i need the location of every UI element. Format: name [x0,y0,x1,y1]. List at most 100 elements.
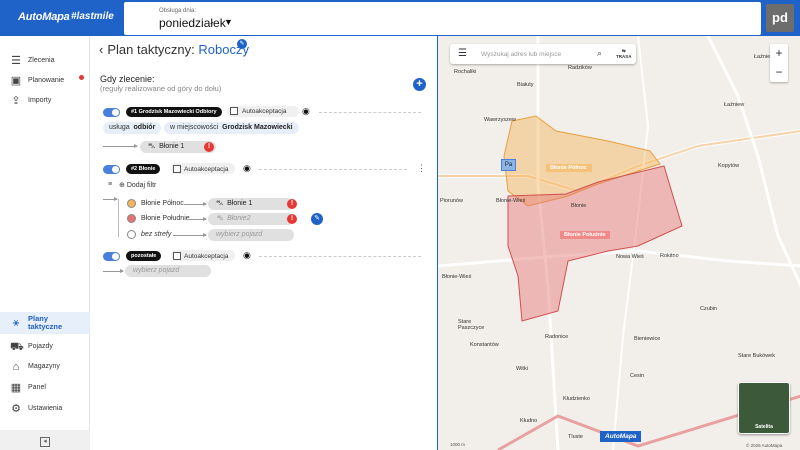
edit-title-icon[interactable]: ✎ [237,39,247,49]
divider [259,256,421,257]
map-place: Błonie [571,203,587,209]
import-icon: ⇪ [11,95,21,107]
map-place: Czubin [700,306,718,312]
map-place: Kłudzienko [563,396,590,402]
rule-1-tag[interactable]: #1 Grodzisk Mazowiecki Odbiory [126,107,222,117]
sidebar-item-pojazdy[interactable]: ⛟ Pojazdy [0,338,90,358]
car-icon: ⛍ [216,215,224,222]
map-place: Witki [516,366,528,372]
filter-icon[interactable]: ≡ [108,181,112,188]
error-icon: ! [204,142,214,152]
map-place: Wawrzyszew [484,117,516,123]
truck-icon: ⛟ [10,341,24,353]
zone-north-map-label: Błonie Północ [550,165,587,171]
zone-north-dot [127,199,136,208]
sidebar: ☰ Zlecenia ▣ Planowanie ⇪ Importy ⚹ Plan… [0,36,90,450]
sidebar-item-ustawienia[interactable]: ⚙ Ustawienia [0,400,90,420]
add-filter-button[interactable]: ⊕ Dodaj filtr [119,181,156,189]
route-button[interactable]: ⇆ TRASA [616,48,632,60]
map-place: Piorunów [440,198,463,204]
error-icon: ! [287,199,297,209]
sidebar-item-importy[interactable]: ⇪ Importy [0,92,90,112]
collapse-icon: ◂ [40,437,50,447]
rule-title: Gdy zlecenie: [100,74,155,84]
map-place: Radonice [545,334,569,340]
rule-1-auto-checkbox[interactable] [230,107,238,115]
vehicle-select[interactable]: ⛍ Błonie 1 [208,198,294,210]
vehicle-select[interactable]: wybierz pojazd [208,229,294,241]
edit-zones-button[interactable]: ✎ [311,213,323,225]
vehicle-select[interactable]: ⛍ Błonie2 [208,213,294,225]
condition-chip[interactable]: usługa odbiór [103,122,162,134]
more-icon[interactable]: ⋮ [417,163,426,174]
rule-2-auto-label: Autoakceptacja [184,166,229,173]
map-place: Rokitno [660,253,679,259]
map-place: Stare Paszczyce [458,319,485,331]
rule-2-tag[interactable]: #2 Błonie [126,164,161,174]
zone-south-dot [127,214,136,223]
map-search[interactable]: ☰ Wyszukaj adres lub miejsce ⌕ ⇆ TRASA [450,44,636,64]
eye-icon[interactable]: ◉ [243,163,251,174]
divider [319,112,421,113]
collapse-sidebar-button[interactable]: ◂ [0,430,90,450]
map-place: Stare Bukówek [738,353,775,359]
satellite-toggle[interactable]: Satelita [738,382,790,434]
zoom-in-button[interactable]: + [770,44,788,63]
sidebar-item-magazyny[interactable]: ⌂ Magazyny [0,358,90,378]
avatar[interactable]: pd [766,4,794,32]
search-icon[interactable]: ⌕ [597,48,602,59]
brand-logo: AutoMapa [18,11,70,23]
rule-3-auto-checkbox[interactable] [173,252,181,260]
rule-3-tag[interactable]: pozostałe [126,251,162,261]
arrow [103,269,124,273]
error-icon: ! [287,214,297,224]
parking-marker[interactable]: Pa [501,159,516,171]
sidebar-item-plany-taktyczne[interactable]: ⚹ Plany taktyczne [0,312,90,334]
sidebar-item-panel[interactable]: ▦ Panel [0,379,90,399]
map-place: Nowa Wieś [616,254,644,260]
car-icon: ⛍ [216,200,224,207]
map-place: Cesin [630,373,645,379]
grid-icon: ▦ [10,382,22,394]
rule-2-auto-checkbox[interactable] [173,165,181,173]
automapa-badge: AutoMapa [600,431,642,442]
map-copyright: © 2026 AutoMapa [746,443,783,448]
rule-1-toggle[interactable] [103,108,120,117]
zone-bracket [118,199,119,237]
gear-icon: ⚙ [11,403,21,415]
zoom-out-button[interactable]: − [770,63,788,82]
arrow [173,233,207,237]
map[interactable]: Błonie Północ Błonie Południe Radzików Ł… [437,36,800,450]
eye-icon[interactable]: ◉ [302,106,310,117]
add-rule-button[interactable]: + [413,78,426,91]
rule-3-auto-label: Autoakceptacja [184,253,229,260]
menu-icon[interactable]: ☰ [458,48,467,59]
search-input[interactable]: Wyszukaj adres lub miejsce [481,51,561,58]
arrow [103,144,138,148]
eye-icon[interactable]: ◉ [243,250,251,261]
rule-2-toggle[interactable] [103,165,120,174]
map-scale: 1000 m [450,442,466,447]
satellite-label: Satelita [755,424,773,430]
calendar-icon: ▣ [10,75,22,87]
arrow [103,197,118,201]
rule-3-toggle[interactable] [103,252,120,261]
notification-dot [79,75,84,80]
day-selector-value: poniedziałek [159,16,226,30]
back-icon[interactable]: ‹ [99,42,103,57]
sidebar-item-label: Panel [28,384,46,391]
day-selector[interactable]: Obsługa dnia: poniedziałek ▼ [124,2,761,35]
zone-label: bez strefy [141,231,172,238]
sidebar-item-zlecenia[interactable]: ☰ Zlecenia [0,52,90,72]
top-bar: AutoMapa #lastmile Obsługa dnia: poniedz… [0,0,800,36]
sidebar-item-label: Zlecenia [28,57,55,64]
vehicle-select[interactable]: wybierz pojazd [125,265,211,277]
condition-chip[interactable]: w miejscowości Grodzisk Mazowiecki [164,122,299,134]
arrow [184,202,207,206]
map-place: Błonie-Wieś [442,274,472,280]
brand-tag: #lastmile [71,11,114,22]
caret-down-icon: ▼ [224,17,233,27]
sidebar-item-planowanie[interactable]: ▣ Planowanie [0,72,90,92]
sidebar-item-label: Importy [28,97,52,104]
rule-1-auto-label: Autoakceptacja [242,108,287,115]
